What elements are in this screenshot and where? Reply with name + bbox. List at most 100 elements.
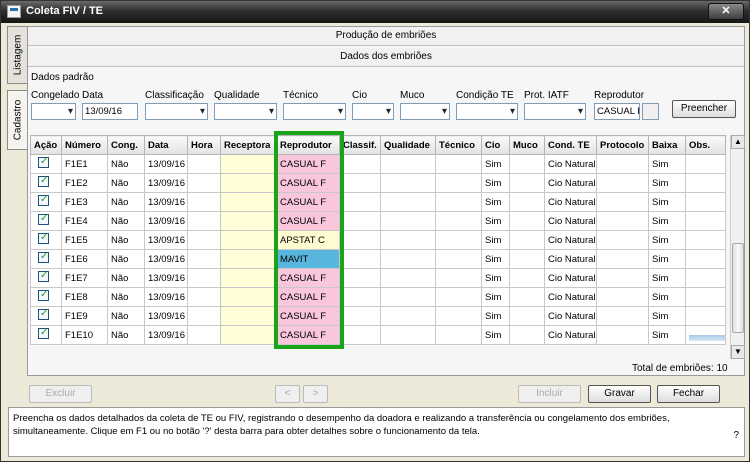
classif-cell[interactable] [339, 325, 381, 345]
hora-cell[interactable] [187, 173, 221, 193]
obs-cell[interactable] [685, 192, 726, 212]
protocolo-cell[interactable] [596, 249, 649, 269]
cio-cell[interactable]: Sim [481, 230, 510, 250]
baixa-cell[interactable]: Sim [648, 173, 686, 193]
row-checkbox[interactable] [38, 213, 49, 225]
protocolo-cell[interactable] [596, 306, 649, 326]
scroll-thumb[interactable] [732, 243, 744, 333]
acao-cell[interactable] [30, 173, 62, 193]
incluir-button[interactable]: Incluir [518, 385, 581, 403]
cond-te-cell[interactable]: Cio Natural [544, 306, 597, 326]
cio-cell[interactable]: Sim [481, 268, 510, 288]
row-checkbox[interactable] [38, 232, 49, 244]
classif-cell[interactable] [339, 249, 381, 269]
cio-cell[interactable]: Sim [481, 211, 510, 231]
classif-cell[interactable] [339, 173, 381, 193]
cond-te-cell[interactable]: Cio Natural [544, 325, 597, 345]
cio-cell[interactable]: Sim [481, 249, 510, 269]
qualidade-cell[interactable] [380, 287, 436, 307]
reprodutor-field[interactable]: CASUAL F [594, 103, 640, 120]
baixa-cell[interactable]: Sim [648, 230, 686, 250]
protocolo-cell[interactable] [596, 173, 649, 193]
protocolo-cell[interactable] [596, 268, 649, 288]
qualidade-cell[interactable] [380, 154, 436, 174]
table-row[interactable]: F1E7 Não 13/09/16 CASUAL F Sim Cio Natur [30, 268, 726, 288]
qualidade-cell[interactable] [380, 325, 436, 345]
cio-cell[interactable]: Sim [481, 306, 510, 326]
row-checkbox[interactable] [38, 289, 49, 301]
cio-select[interactable] [352, 103, 394, 120]
muco-cell[interactable] [509, 173, 545, 193]
hora-cell[interactable] [187, 211, 221, 231]
hora-cell[interactable] [187, 306, 221, 326]
muco-cell[interactable] [509, 154, 545, 174]
hora-cell[interactable] [187, 249, 221, 269]
qualidade-cell[interactable] [380, 268, 436, 288]
baixa-cell[interactable]: Sim [648, 249, 686, 269]
hora-cell[interactable] [187, 230, 221, 250]
receptora-cell[interactable] [220, 173, 277, 193]
col-hora[interactable]: Hora [187, 135, 221, 155]
cond-te-cell[interactable]: Cio Natural [544, 268, 597, 288]
condicao-te-select[interactable] [456, 103, 518, 120]
receptora-cell[interactable] [220, 249, 277, 269]
classif-cell[interactable] [339, 192, 381, 212]
protocolo-cell[interactable] [596, 230, 649, 250]
scroll-down-icon[interactable]: ▼ [731, 345, 745, 359]
tecnico-cell[interactable] [435, 306, 482, 326]
col-tecnico[interactable]: Técnico [435, 135, 482, 155]
obs-cell[interactable] [685, 173, 726, 193]
hora-cell[interactable] [187, 154, 221, 174]
preencher-button[interactable]: Preencher [672, 100, 736, 118]
receptora-cell[interactable] [220, 268, 277, 288]
row-checkbox[interactable] [38, 327, 49, 339]
classif-cell[interactable] [339, 230, 381, 250]
tecnico-cell[interactable] [435, 173, 482, 193]
muco-cell[interactable] [509, 287, 545, 307]
table-row[interactable]: F1E1 Não 13/09/16 CASUAL F Sim Cio Natur [30, 154, 726, 174]
section-production[interactable]: Produção de embriões [28, 27, 744, 46]
qualidade-cell[interactable] [380, 306, 436, 326]
acao-cell[interactable] [30, 287, 62, 307]
acao-cell[interactable] [30, 154, 62, 174]
tecnico-cell[interactable] [435, 287, 482, 307]
col-cio[interactable]: Cio [481, 135, 510, 155]
obs-cell[interactable] [685, 154, 726, 174]
section-embryo-data[interactable]: Dados dos embriões [28, 48, 744, 67]
protocolo-cell[interactable] [596, 192, 649, 212]
receptora-cell[interactable] [220, 325, 277, 345]
col-receptora[interactable]: Receptora [220, 135, 277, 155]
table-row[interactable]: F1E8 Não 13/09/16 CASUAL F Sim Cio Natur [30, 287, 726, 307]
baixa-cell[interactable]: Sim [648, 287, 686, 307]
classif-cell[interactable] [339, 287, 381, 307]
receptora-cell[interactable] [220, 192, 277, 212]
cio-cell[interactable]: Sim [481, 287, 510, 307]
receptora-cell[interactable] [220, 306, 277, 326]
cond-te-cell[interactable]: Cio Natural [544, 154, 597, 174]
acao-cell[interactable] [30, 249, 62, 269]
table-row[interactable]: F1E9 Não 13/09/16 CASUAL F Sim Cio Natur [30, 306, 726, 326]
muco-cell[interactable] [509, 306, 545, 326]
obs-cell[interactable] [685, 230, 726, 250]
col-qualidade[interactable]: Qualidade [380, 135, 436, 155]
protocolo-cell[interactable] [596, 287, 649, 307]
row-checkbox[interactable] [38, 175, 49, 187]
tecnico-cell[interactable] [435, 211, 482, 231]
baixa-cell[interactable]: Sim [648, 325, 686, 345]
receptora-cell[interactable] [220, 154, 277, 174]
cond-te-cell[interactable]: Cio Natural [544, 249, 597, 269]
help-button[interactable]: ? [733, 429, 739, 442]
row-checkbox[interactable] [38, 194, 49, 206]
obs-cell[interactable] [685, 268, 726, 288]
tecnico-cell[interactable] [435, 192, 482, 212]
col-data[interactable]: Data [144, 135, 188, 155]
tecnico-cell[interactable] [435, 154, 482, 174]
acao-cell[interactable] [30, 230, 62, 250]
col-numero[interactable]: Número [61, 135, 108, 155]
obs-cell[interactable] [685, 249, 726, 269]
tecnico-cell[interactable] [435, 249, 482, 269]
classif-cell[interactable] [339, 306, 381, 326]
receptora-cell[interactable] [220, 287, 277, 307]
table-scrollbar[interactable]: ▲ ▼ [730, 135, 745, 359]
prev-button[interactable]: < [275, 385, 300, 403]
